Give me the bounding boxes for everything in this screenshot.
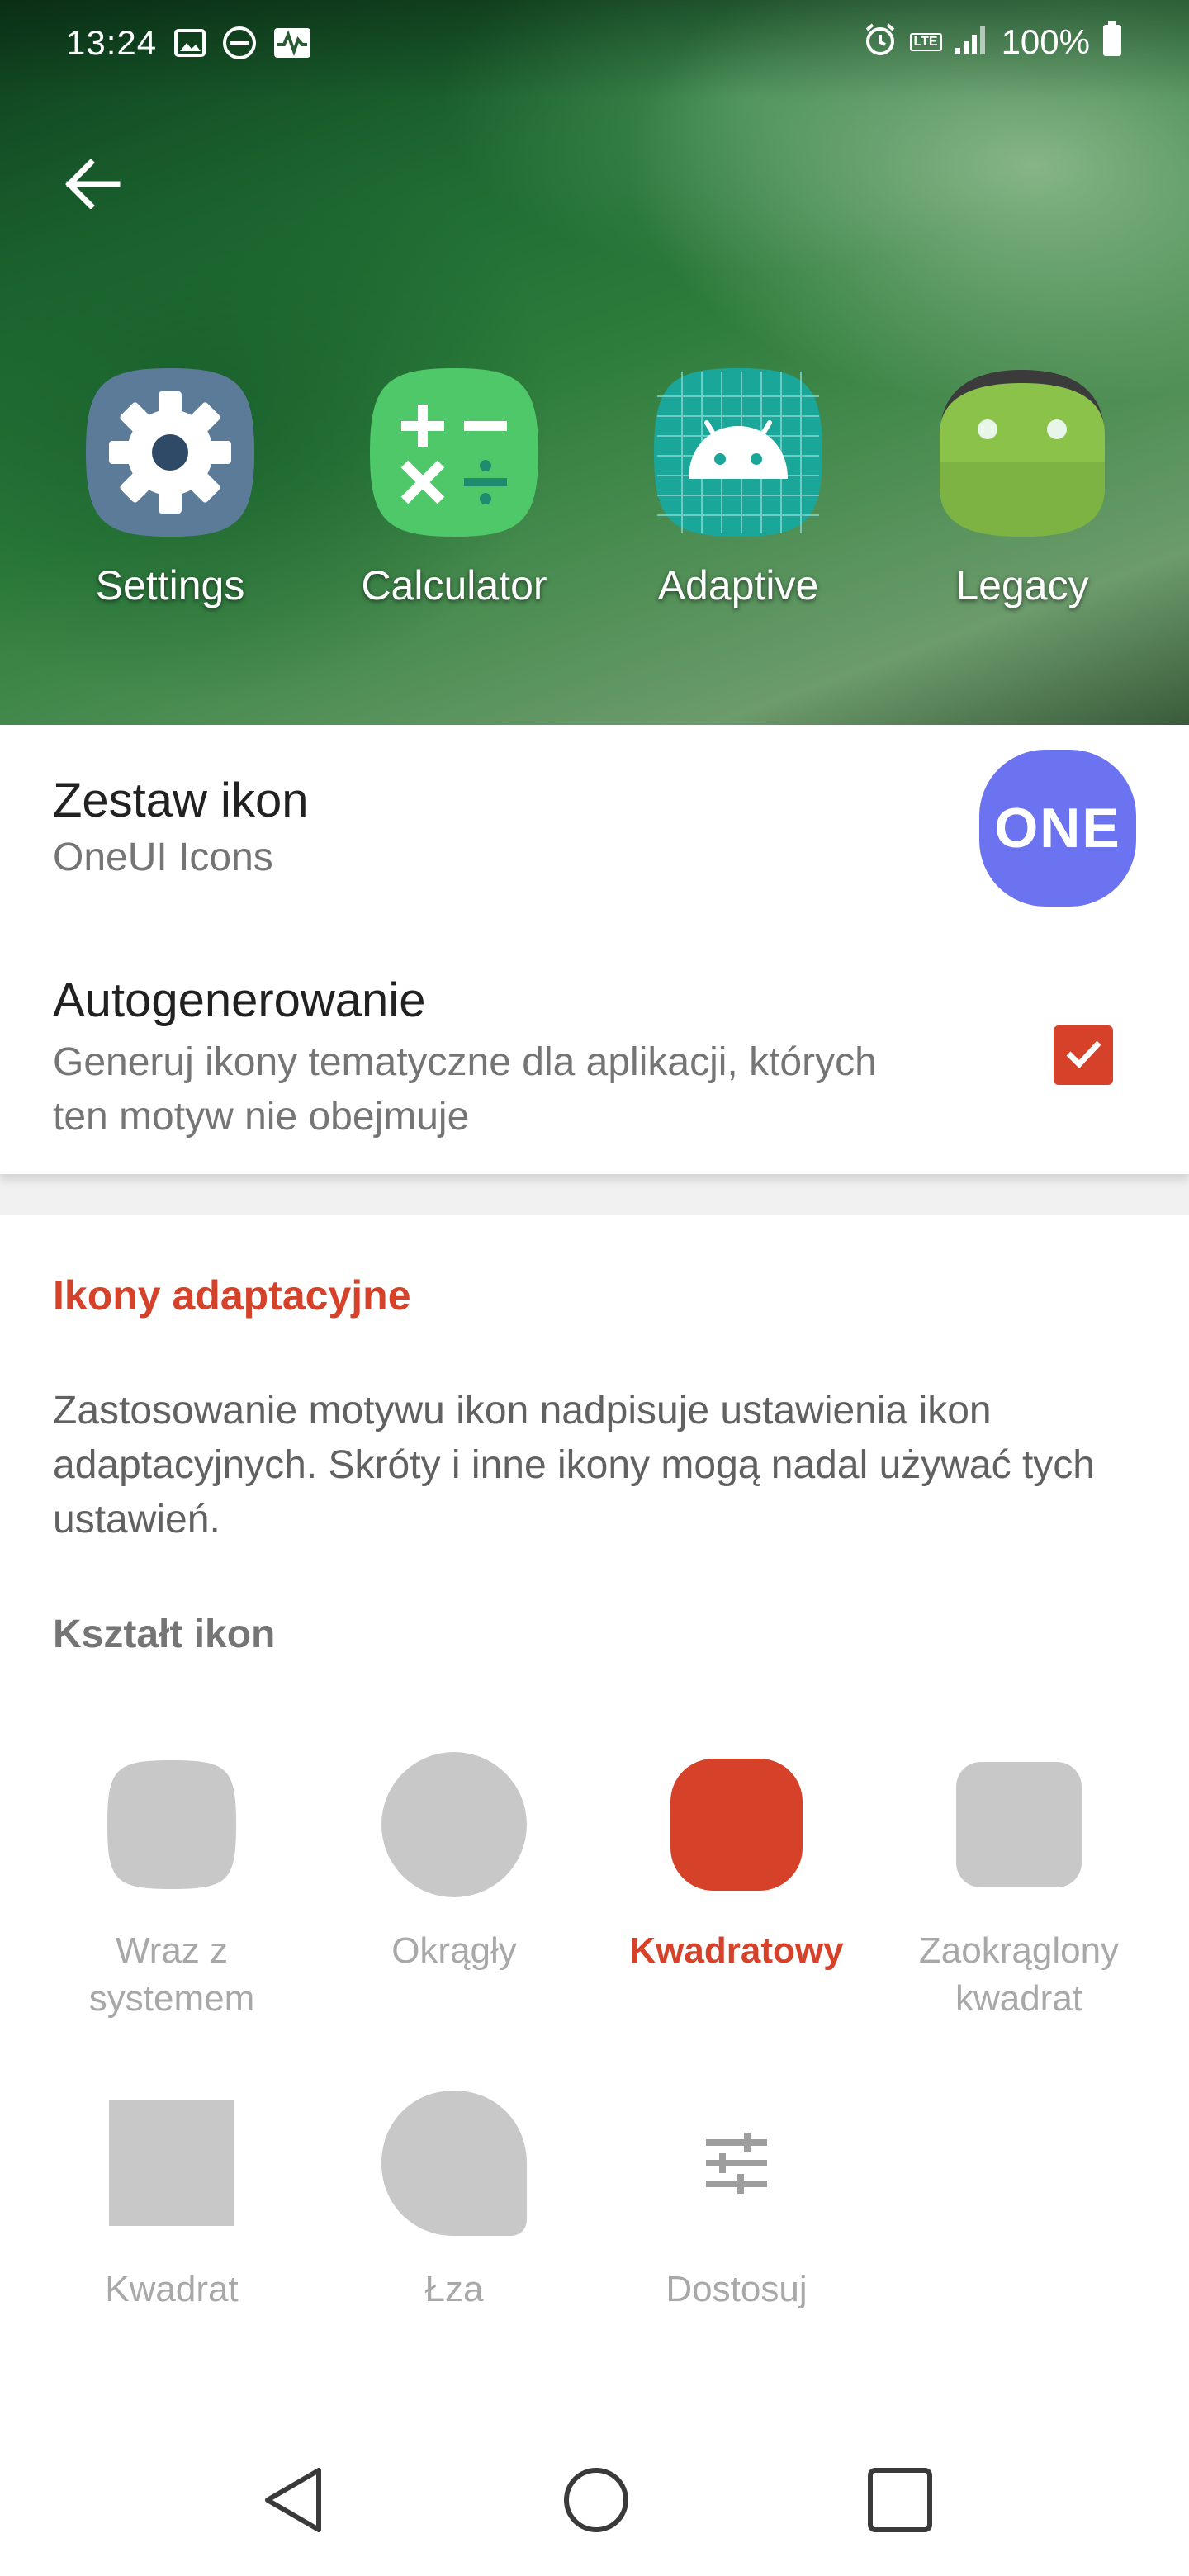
preview-icon-settings: Settings — [54, 355, 286, 619]
icon-pack-row[interactable]: Zestaw ikon OneUI Icons ONE — [0, 725, 1189, 931]
preview-icon-adaptive: Adaptive — [623, 355, 854, 619]
autogen-checkbox[interactable] — [1054, 1025, 1113, 1085]
shape-label: Dostosuj — [666, 2269, 808, 2309]
battery-percent: 100% — [1001, 21, 1090, 61]
home-circle-icon — [561, 2465, 631, 2539]
circle-shape — [380, 1750, 528, 1899]
shape-label: Kwadrat — [105, 2269, 239, 2309]
shape-option-teardrop[interactable]: Łza — [314, 2089, 594, 2370]
recents-square-icon — [867, 2467, 933, 2537]
adaptive-description: Zastosowanie motywu ikon nadpisuje ustaw… — [53, 1389, 1095, 1541]
section-divider — [0, 1174, 1189, 1215]
preview-icon-calculator: Calculator — [339, 355, 570, 619]
shape-option-custom[interactable]: Dostosuj — [596, 2089, 877, 2370]
shape-option-rounded-square-small[interactable]: Zaokrąglony kwadrat — [879, 1750, 1159, 2031]
android-grid-icon — [649, 363, 827, 542]
activity-icon — [272, 25, 312, 65]
theme-preview-header: 13:24 LTE 100% Settings Calculator Adapt… — [0, 0, 1189, 725]
calculator-icon — [365, 363, 543, 542]
lte-icon: LTE — [909, 32, 942, 51]
status-time: 13:24 — [66, 23, 158, 62]
status-right-icons: LTE 100% — [862, 21, 1123, 62]
shape-option-circle[interactable]: Okrągły — [314, 1750, 594, 2031]
autogen-description: Generuj ikony tematyczne dla aplikacji, … — [53, 1040, 877, 1139]
oneui-logo-icon: ONE — [979, 750, 1136, 907]
rounded-square-shape — [662, 1750, 811, 1899]
gear-icon — [81, 363, 259, 542]
status-bar: 13:24 LTE 100% — [0, 0, 1189, 91]
autogen-title: Autogenerowanie — [53, 973, 426, 1027]
navigation-bar — [0, 2427, 1189, 2576]
image-icon — [173, 26, 206, 64]
nav-recents-button[interactable] — [859, 2460, 941, 2543]
shape-label: Łza — [424, 2269, 484, 2309]
icon-pack-title: Zestaw ikon — [53, 774, 309, 827]
back-triangle-icon — [261, 2465, 327, 2539]
preview-icon-label: Legacy — [955, 562, 1089, 608]
arrow-left-icon — [64, 158, 122, 213]
preview-icons: Settings Calculator Adaptive Legacy — [0, 355, 1189, 636]
teardrop-shape — [380, 2089, 528, 2237]
settings-card: Zestaw ikon OneUI Icons ONE Autogenerowa… — [0, 725, 1189, 1174]
shape-option-square[interactable]: Kwadrat — [31, 2089, 312, 2370]
checkmark-icon — [1060, 1030, 1106, 1081]
back-button[interactable] — [56, 149, 130, 223]
preview-icon-label: Settings — [95, 562, 245, 608]
shape-label: Zaokrąglony kwadrat — [918, 1930, 1120, 2019]
preview-icon-legacy: Legacy — [907, 355, 1138, 619]
battery-icon — [1101, 21, 1123, 62]
squircle-shape — [97, 1750, 246, 1899]
oneui-badge-text: ONE — [994, 797, 1121, 859]
alarm-icon — [862, 21, 898, 62]
shape-label: Okrągły — [391, 1930, 517, 1971]
adaptive-section-header: Ikony adaptacyjne — [53, 1272, 411, 1319]
sliders-icon — [662, 2089, 811, 2237]
autogen-row[interactable]: Autogenerowanie Generuj ikony tematyczne… — [0, 931, 1189, 1174]
square-shape — [97, 2089, 246, 2237]
shape-title: Kształt ikon — [53, 1612, 276, 1656]
signal-icon — [954, 23, 990, 60]
icon-pack-value: OneUI Icons — [53, 836, 273, 879]
nav-back-button[interactable] — [253, 2460, 335, 2543]
shape-label: Kwadratowy — [629, 1930, 844, 1971]
shape-option-system[interactable]: Wraz z systemem — [31, 1750, 312, 2031]
status-left-icons — [173, 25, 312, 65]
preview-icon-label: Adaptive — [657, 562, 819, 608]
rounded-square-small-shape — [945, 1750, 1093, 1899]
android-legacy-icon — [933, 363, 1111, 542]
shape-label: Wraz z systemem — [88, 1930, 255, 2019]
preview-icon-label: Calculator — [361, 562, 547, 608]
shape-option-rounded-square[interactable]: Kwadratowy — [596, 1750, 877, 2031]
nav-home-button[interactable] — [555, 2460, 637, 2543]
do-not-disturb-icon — [221, 25, 258, 65]
